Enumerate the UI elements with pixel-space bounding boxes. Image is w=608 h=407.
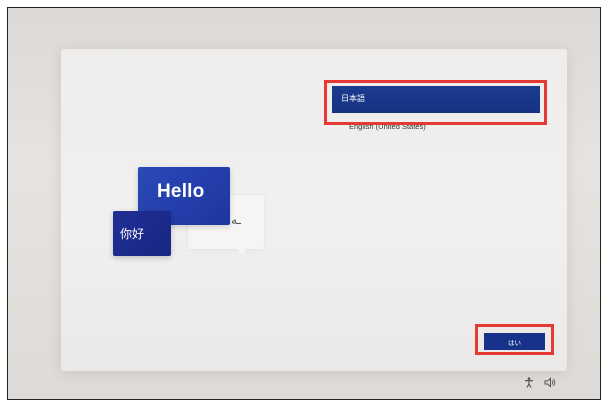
screen-frame: ـه Hello 你好 日本語 English (United States) … xyxy=(7,7,601,400)
language-option-english-us[interactable]: English (United States) xyxy=(332,120,540,136)
volume-icon[interactable] xyxy=(544,377,556,389)
language-option-label: English (United States) xyxy=(349,122,426,131)
yes-button-label: はい xyxy=(508,339,521,347)
language-option-label: 日本語 xyxy=(341,94,365,103)
yes-button[interactable]: はい xyxy=(484,333,545,350)
nihao-text: 你好 xyxy=(120,227,145,241)
oobe-language-card: ـه Hello 你好 日本語 English (United States) … xyxy=(61,49,567,371)
speech-bubble-nihao: 你好 xyxy=(113,211,171,256)
accessibility-icon[interactable] xyxy=(524,377,534,389)
hello-text: Hello xyxy=(157,181,205,202)
arabic-greeting-text: ـه xyxy=(231,213,241,227)
language-option-japanese[interactable]: 日本語 xyxy=(332,86,540,113)
bubble-tail xyxy=(236,247,248,255)
